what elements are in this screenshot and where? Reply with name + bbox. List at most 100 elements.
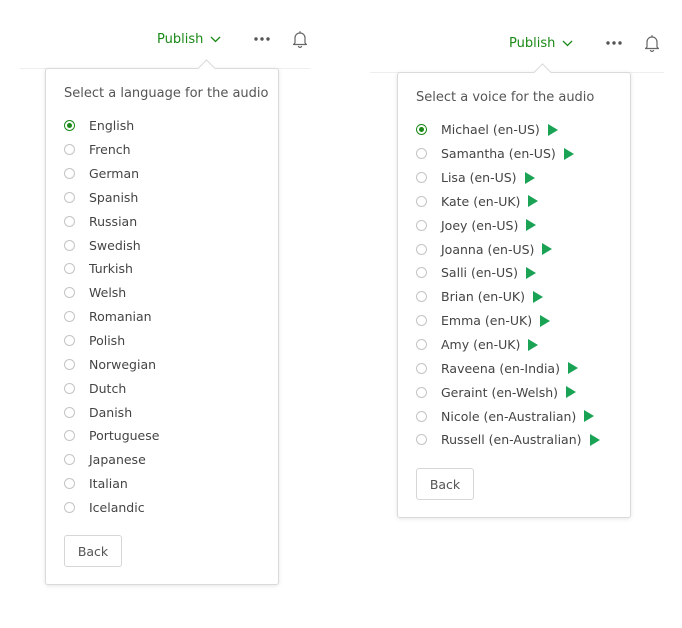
- radio-button[interactable]: [64, 191, 75, 203]
- play-icon[interactable]: [567, 362, 578, 375]
- back-button[interactable]: Back: [64, 535, 122, 567]
- radio-button[interactable]: [416, 386, 427, 398]
- play-icon[interactable]: [532, 290, 543, 303]
- language-option[interactable]: Polish: [64, 329, 159, 353]
- publish-label: Publish: [157, 31, 204, 47]
- language-option[interactable]: Swedish: [64, 233, 159, 257]
- play-icon[interactable]: [525, 266, 536, 279]
- voice-option[interactable]: Kate (en-UK): [416, 190, 600, 214]
- play-icon[interactable]: [528, 338, 539, 351]
- play-icon[interactable]: [528, 195, 539, 208]
- bell-icon[interactable]: [292, 30, 308, 48]
- radio-button[interactable]: [416, 172, 427, 184]
- radio-button[interactable]: [416, 315, 427, 327]
- play-icon[interactable]: [589, 433, 600, 446]
- radio-button[interactable]: [416, 291, 427, 303]
- option-label: Japanese: [89, 452, 146, 468]
- language-option[interactable]: Welsh: [64, 281, 159, 305]
- voice-option[interactable]: Samantha (en-US): [416, 142, 600, 166]
- radio-button[interactable]: [64, 454, 75, 466]
- option-label: Welsh: [89, 285, 127, 301]
- language-options: English French German Spanish Russian Sw…: [64, 114, 159, 519]
- voice-option[interactable]: Raveena (en-India): [416, 356, 600, 380]
- language-option[interactable]: Italian: [64, 472, 159, 496]
- language-option[interactable]: Romanian: [64, 305, 159, 329]
- radio-button[interactable]: [64, 478, 75, 490]
- radio-button[interactable]: [64, 358, 75, 370]
- option-label: Portuguese: [89, 428, 160, 444]
- radio-button[interactable]: [64, 382, 75, 394]
- voice-option[interactable]: Lisa (en-US): [416, 166, 600, 190]
- voice-option[interactable]: Michael (en-US): [416, 118, 600, 142]
- more-icon[interactable]: [606, 41, 623, 45]
- play-icon[interactable]: [526, 219, 537, 232]
- panel-title: Select a language for the audio: [64, 86, 269, 101]
- option-label: Geraint (en-Welsh): [441, 384, 559, 400]
- voice-option[interactable]: Joey (en-US): [416, 213, 600, 237]
- voice-option[interactable]: Brian (en-UK): [416, 285, 600, 309]
- bell-icon[interactable]: [644, 34, 660, 52]
- voice-option[interactable]: Joanna (en-US): [416, 237, 600, 261]
- radio-button[interactable]: [64, 239, 75, 251]
- voice-option[interactable]: Amy (en-UK): [416, 333, 600, 357]
- language-panel: Select a language for the audio English …: [45, 59, 279, 585]
- radio-button[interactable]: [416, 243, 427, 255]
- voice-option[interactable]: Nicole (en-Australian): [416, 404, 600, 428]
- language-option[interactable]: French: [64, 138, 159, 162]
- play-icon[interactable]: [547, 123, 558, 136]
- play-icon[interactable]: [524, 171, 535, 184]
- radio-button[interactable]: [416, 267, 427, 279]
- play-icon[interactable]: [542, 243, 553, 256]
- radio-button[interactable]: [64, 287, 75, 299]
- radio-button[interactable]: [416, 434, 427, 446]
- radio-button[interactable]: [64, 311, 75, 323]
- language-option[interactable]: English: [64, 114, 159, 138]
- option-label: Turkish: [89, 261, 133, 277]
- voice-option[interactable]: Geraint (en-Welsh): [416, 380, 600, 404]
- radio-button[interactable]: [64, 263, 75, 275]
- language-option[interactable]: German: [64, 162, 159, 186]
- language-option[interactable]: Dutch: [64, 376, 159, 400]
- language-option[interactable]: Turkish: [64, 257, 159, 281]
- language-option[interactable]: Norwegian: [64, 352, 159, 376]
- play-icon[interactable]: [540, 314, 551, 327]
- publish-menu[interactable]: Publish: [157, 32, 221, 47]
- back-button[interactable]: Back: [416, 468, 474, 500]
- panel-title: Select a voice for the audio: [416, 90, 595, 105]
- radio-button[interactable]: [64, 406, 75, 418]
- option-label: Emma (en-UK): [441, 313, 533, 329]
- radio-button[interactable]: [416, 195, 427, 207]
- panel-caret: [533, 63, 552, 82]
- radio-button[interactable]: [416, 124, 427, 136]
- chevron-down-icon: [562, 40, 573, 46]
- language-option[interactable]: Russian: [64, 209, 159, 233]
- option-label: Amy (en-UK): [441, 337, 521, 353]
- radio-button[interactable]: [64, 215, 75, 227]
- option-label: Swedish: [89, 237, 141, 253]
- radio-button[interactable]: [416, 339, 427, 351]
- voice-option[interactable]: Salli (en-US): [416, 261, 600, 285]
- language-option[interactable]: Danish: [64, 400, 159, 424]
- language-option[interactable]: Japanese: [64, 448, 159, 472]
- language-option[interactable]: Spanish: [64, 186, 159, 210]
- publish-label: Publish: [509, 35, 556, 51]
- more-icon[interactable]: [254, 37, 271, 41]
- radio-button[interactable]: [416, 219, 427, 231]
- radio-button[interactable]: [416, 148, 427, 160]
- play-icon[interactable]: [563, 147, 574, 160]
- language-option[interactable]: Icelandic: [64, 496, 159, 520]
- voice-option[interactable]: Russell (en-Australian): [416, 428, 600, 452]
- radio-button[interactable]: [64, 501, 75, 513]
- radio-button[interactable]: [64, 168, 75, 180]
- radio-button[interactable]: [416, 362, 427, 374]
- radio-button[interactable]: [416, 410, 427, 422]
- publish-menu[interactable]: Publish: [509, 36, 573, 51]
- language-option[interactable]: Portuguese: [64, 424, 159, 448]
- voice-option[interactable]: Emma (en-UK): [416, 309, 600, 333]
- radio-button[interactable]: [64, 120, 75, 132]
- play-icon[interactable]: [566, 386, 577, 399]
- radio-button[interactable]: [64, 430, 75, 442]
- play-icon[interactable]: [584, 410, 595, 423]
- radio-button[interactable]: [64, 335, 75, 347]
- radio-button[interactable]: [64, 144, 75, 156]
